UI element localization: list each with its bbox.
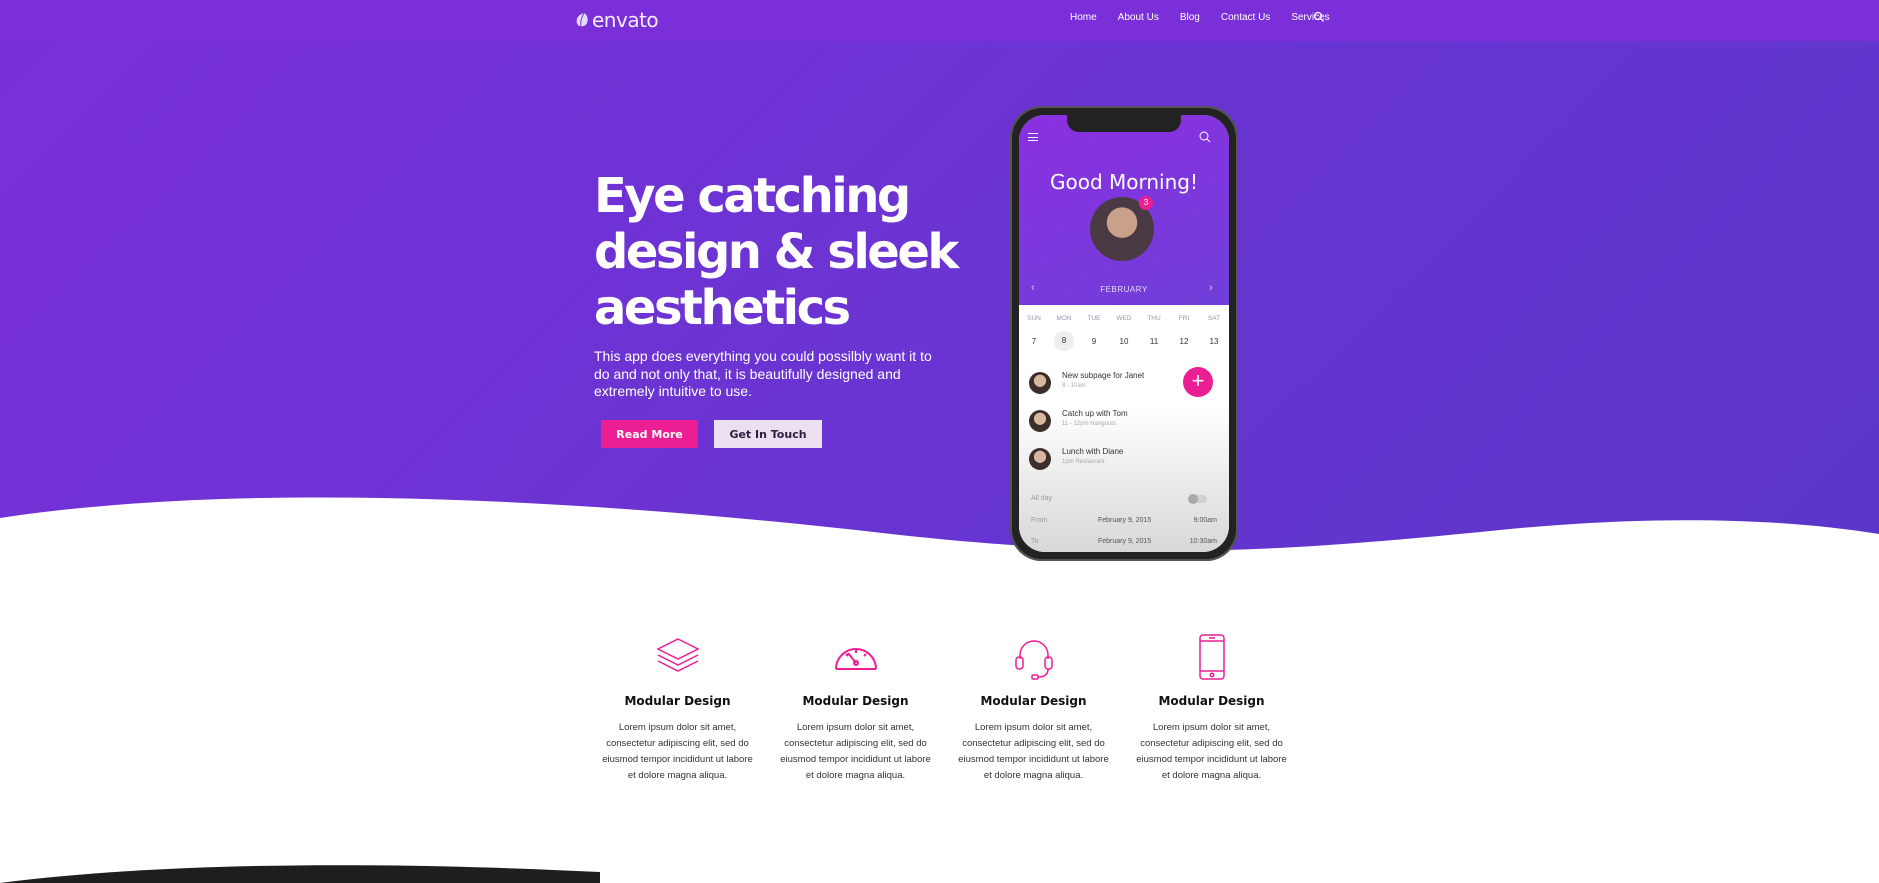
- weekday-label: MON: [1056, 315, 1072, 322]
- to-time[interactable]: 10:30am: [1190, 538, 1217, 545]
- get-in-touch-button[interactable]: Get In Touch: [714, 420, 822, 448]
- feature-title: Modular Design: [624, 694, 731, 708]
- feature-text: Lorem ipsum dolor sit amet, consectetur …: [958, 722, 1109, 781]
- to-label: To: [1031, 538, 1039, 545]
- feature-card: Modular Design Lorem ipsum dolor sit ame…: [778, 633, 933, 784]
- date-cell[interactable]: 13: [1199, 337, 1229, 351]
- headline-line-2: design & sleek: [594, 224, 959, 280]
- from-time[interactable]: 9:00am: [1194, 517, 1217, 524]
- chevron-right-icon[interactable]: ›: [1209, 282, 1213, 294]
- greeting-text: Good Morning!: [1049, 170, 1198, 194]
- event-time: 8 - 10am: [1062, 383, 1086, 389]
- feature-text: Lorem ipsum dolor sit amet, consectetur …: [780, 722, 931, 781]
- all-day-toggle[interactable]: [1188, 494, 1207, 504]
- to-date[interactable]: February 9, 2015: [1098, 538, 1151, 545]
- add-event-button[interactable]: +: [1183, 367, 1213, 397]
- event-item[interactable]: Lunch with Diane 1pm Restaurant: [1029, 446, 1219, 474]
- hero-headline: Eye catching design & sleek aesthetics: [594, 168, 994, 336]
- date-cell[interactable]: 9: [1079, 337, 1109, 351]
- weekday-label: TUE: [1087, 315, 1101, 322]
- event-title: Lunch with Diane: [1062, 447, 1124, 456]
- hamburger-menu-icon[interactable]: [1028, 133, 1038, 141]
- feature-card: Modular Design Lorem ipsum dolor sit ame…: [1134, 633, 1289, 784]
- from-date[interactable]: February 9, 2015: [1098, 517, 1151, 524]
- search-icon[interactable]: [1313, 11, 1325, 23]
- envato-logo[interactable]: envato: [575, 8, 659, 32]
- read-more-button[interactable]: Read More: [601, 420, 698, 448]
- avatar: [1029, 448, 1051, 470]
- feature-title: Modular Design: [802, 694, 909, 708]
- phone-mockup: Good Morning! 3 ‹ FEBRUARY › SUN MON TUE…: [1010, 106, 1238, 561]
- phone-notch: [1067, 115, 1181, 132]
- features-section: Modular Design Lorem ipsum dolor sit ame…: [600, 633, 1290, 783]
- to-row: To February 9, 2015 10:30am: [1031, 538, 1217, 545]
- leaf-icon: [576, 12, 588, 28]
- feature-title: Modular Design: [980, 694, 1087, 708]
- notification-badge: 3: [1139, 196, 1153, 210]
- date-cell[interactable]: 11: [1139, 337, 1169, 351]
- weekday-label: SAT: [1207, 315, 1221, 322]
- footer-wave-divider: [0, 865, 600, 883]
- date-cell[interactable]: 12: [1169, 337, 1199, 351]
- headline-line-3: aesthetics: [594, 280, 851, 336]
- date-cell-selected[interactable]: 8: [1054, 331, 1074, 351]
- weekday-label: SUN: [1027, 315, 1041, 322]
- date-cell[interactable]: 10: [1109, 337, 1139, 351]
- nav-home[interactable]: Home: [1070, 12, 1097, 23]
- search-icon[interactable]: [1199, 131, 1211, 143]
- speedometer-icon: [834, 648, 877, 670]
- feature-text: Lorem ipsum dolor sit amet, consectetur …: [1136, 722, 1287, 781]
- hero-subtext: This app does everything you could possi…: [594, 348, 932, 399]
- avatar: [1029, 372, 1051, 394]
- from-row: From February 9, 2015 9:00am: [1031, 517, 1217, 524]
- hero-section: envato Home About Us Blog Contact Us Ser…: [0, 0, 1879, 570]
- weekday-label: WED: [1116, 315, 1132, 322]
- event-title: New subpage for Janet: [1062, 371, 1145, 380]
- feature-text: Lorem ipsum dolor sit amet, consectetur …: [602, 722, 753, 781]
- event-item[interactable]: Catch up with Tom 11 - 12pm Hangouts: [1029, 408, 1219, 436]
- feature-card: Modular Design Lorem ipsum dolor sit ame…: [600, 633, 755, 784]
- weekday-label: FRI: [1178, 315, 1190, 322]
- avatar: [1029, 410, 1051, 432]
- feature-title: Modular Design: [1158, 694, 1265, 708]
- date-row: 7 8 9 10 11 12 13: [1019, 331, 1229, 351]
- layers-icon: [655, 638, 700, 672]
- phone-header: Good Morning! 3 ‹ FEBRUARY ›: [1019, 115, 1229, 305]
- event-time: 1pm Restaurant: [1062, 459, 1105, 465]
- feature-card: Modular Design Lorem ipsum dolor sit ame…: [956, 633, 1111, 784]
- all-day-label: All day: [1031, 495, 1053, 502]
- month-label: FEBRUARY: [1100, 285, 1148, 294]
- weekday-row: SUN MON TUE WED THU FRI SAT: [1019, 315, 1229, 322]
- event-title: Catch up with Tom: [1062, 409, 1128, 418]
- from-label: From: [1031, 517, 1048, 524]
- smartphone-icon: [1198, 634, 1225, 680]
- hero-wave-divider: [0, 497, 1879, 570]
- main-menu: Home About Us Blog Contact Us Services: [1070, 11, 1351, 23]
- date-cell[interactable]: 7: [1019, 337, 1049, 351]
- nav-blog[interactable]: Blog: [1180, 12, 1200, 23]
- logo-text: envato: [592, 8, 659, 32]
- phone-screen: Good Morning! 3 ‹ FEBRUARY › SUN MON TUE…: [1019, 115, 1229, 552]
- headline-line-1: Eye catching: [594, 168, 911, 224]
- top-navbar: envato Home About Us Blog Contact Us Ser…: [0, 0, 1879, 41]
- headset-icon: [1014, 640, 1053, 680]
- landing-page: envato Home About Us Blog Contact Us Ser…: [0, 0, 1879, 883]
- weekday-label: THU: [1147, 315, 1161, 322]
- nav-about-us[interactable]: About Us: [1118, 12, 1159, 23]
- nav-contact-us[interactable]: Contact Us: [1221, 12, 1270, 23]
- event-time: 11 - 12pm Hangouts: [1062, 421, 1116, 427]
